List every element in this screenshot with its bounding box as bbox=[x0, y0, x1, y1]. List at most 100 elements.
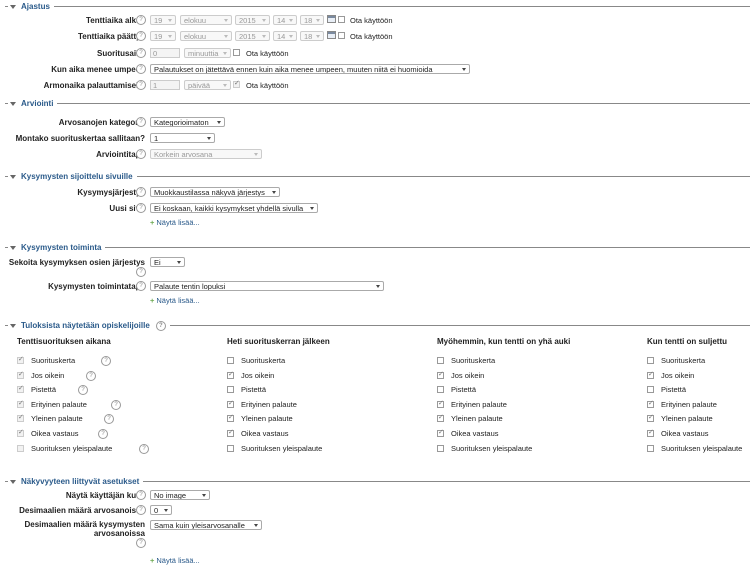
show-more-text: Näytä lisää... bbox=[156, 296, 200, 305]
close-day-select[interactable]: 19 bbox=[150, 31, 176, 41]
help-icon[interactable]: ? bbox=[136, 505, 146, 515]
close-day-value: 19 bbox=[154, 31, 163, 41]
review-checkbox[interactable] bbox=[647, 370, 654, 379]
shuffle-select[interactable]: Ei bbox=[150, 257, 185, 267]
review-checkbox[interactable] bbox=[437, 386, 444, 394]
review-option-label: Jos oikein bbox=[451, 370, 485, 380]
limit-value: 0 bbox=[153, 48, 158, 58]
limit-input[interactable]: 0 bbox=[150, 48, 180, 58]
calendar-icon[interactable] bbox=[327, 15, 336, 23]
close-enable-checkbox[interactable] bbox=[338, 32, 345, 39]
review-checkbox[interactable] bbox=[227, 370, 234, 379]
review-checkbox[interactable] bbox=[227, 399, 234, 408]
help-icon[interactable]: ? bbox=[136, 267, 146, 277]
calendar-icon[interactable] bbox=[327, 31, 336, 39]
help-icon[interactable]: ? bbox=[139, 443, 149, 454]
mode-select[interactable]: Palaute tentin lopuksi bbox=[150, 281, 384, 291]
review-checkbox[interactable] bbox=[227, 386, 234, 394]
review-checkbox[interactable] bbox=[17, 413, 24, 423]
open-enable-checkbox[interactable] bbox=[338, 16, 345, 23]
review-checkbox[interactable] bbox=[647, 357, 654, 364]
help-icon[interactable]: ? bbox=[136, 48, 146, 58]
help-icon[interactable]: ? bbox=[101, 356, 111, 366]
category-select[interactable]: Kategorioimaton bbox=[150, 117, 225, 127]
help-icon[interactable]: ? bbox=[136, 31, 146, 41]
close-hour-select[interactable]: 14 bbox=[273, 31, 297, 41]
limit-unit-select[interactable]: minuuttia bbox=[184, 48, 231, 58]
review-checkbox[interactable] bbox=[437, 413, 444, 423]
review-checkbox[interactable] bbox=[17, 399, 24, 408]
close-minute-select[interactable]: 18 bbox=[300, 31, 324, 41]
close-year-select[interactable]: 2015 bbox=[235, 31, 270, 41]
timing-toggle[interactable]: Ajastus bbox=[8, 1, 54, 12]
grace-input[interactable]: 1 bbox=[150, 80, 180, 90]
help-icon[interactable]: ? bbox=[136, 490, 146, 500]
grace-unit-select[interactable]: päivää bbox=[184, 80, 231, 90]
review-checkbox[interactable] bbox=[17, 355, 24, 364]
order-select[interactable]: Muokkaustilassa näkyvä järjestys bbox=[150, 187, 280, 197]
layout-toggle[interactable]: Kysymysten sijoittelu sivuille bbox=[8, 171, 137, 182]
newpage-select[interactable]: Ei koskaan, kaikki kysymykset yhdellä si… bbox=[150, 203, 318, 213]
grace-label: Armonaika palauttamiselle bbox=[43, 81, 145, 90]
help-icon[interactable]: ? bbox=[136, 149, 146, 159]
review-checkbox[interactable] bbox=[17, 384, 24, 394]
help-icon[interactable]: ? bbox=[111, 399, 121, 410]
open-month-select[interactable]: elokuu bbox=[180, 15, 232, 25]
review-checkbox[interactable] bbox=[227, 444, 234, 452]
review-toggle[interactable]: Tuloksista näytetään opiskelijoille? bbox=[8, 320, 170, 331]
grading-toggle[interactable]: Arviointi bbox=[8, 98, 58, 109]
behaviour-show-more-link[interactable]: + Näytä lisää... bbox=[150, 296, 200, 305]
layout-show-more-link[interactable]: + Näytä lisää... bbox=[150, 218, 200, 227]
help-icon[interactable]: ? bbox=[136, 15, 146, 25]
open-day-select[interactable]: 19 bbox=[150, 15, 176, 25]
qdecimals-select[interactable]: Sama kuin yleisarvosanalle bbox=[150, 520, 262, 530]
help-icon[interactable]: ? bbox=[136, 187, 146, 197]
review-checkbox[interactable] bbox=[437, 370, 444, 379]
appearance-show-more-link[interactable]: + Näytä lisää... bbox=[150, 556, 200, 565]
help-icon[interactable]: ? bbox=[136, 203, 146, 213]
method-select[interactable]: Korkein arvosana bbox=[150, 149, 262, 159]
close-month-select[interactable]: elokuu bbox=[180, 31, 232, 41]
review-checkbox[interactable] bbox=[437, 357, 444, 364]
review-checkbox[interactable] bbox=[437, 399, 444, 408]
decimals-select[interactable]: 0 bbox=[150, 505, 172, 515]
open-minute-select[interactable]: 18 bbox=[300, 15, 324, 25]
limit-enable-checkbox[interactable] bbox=[233, 49, 240, 56]
review-checkbox[interactable] bbox=[17, 444, 24, 452]
review-checkbox[interactable] bbox=[227, 357, 234, 364]
help-icon[interactable]: ? bbox=[136, 538, 146, 548]
help-icon[interactable]: ? bbox=[86, 370, 96, 381]
review-option-label: Suorituskerta bbox=[31, 356, 76, 365]
help-icon[interactable]: ? bbox=[136, 117, 146, 127]
open-year-select[interactable]: 2015 bbox=[235, 15, 270, 25]
grace-enable-checkbox[interactable] bbox=[233, 79, 240, 88]
attempts-select[interactable]: 1 bbox=[150, 133, 215, 143]
open-hour-select[interactable]: 14 bbox=[273, 15, 297, 25]
review-option-label: Oikea vastaus bbox=[451, 429, 499, 438]
help-icon[interactable]: ? bbox=[78, 385, 88, 396]
review-checkbox[interactable] bbox=[647, 386, 654, 394]
help-icon[interactable]: ? bbox=[136, 281, 146, 291]
review-checkbox[interactable] bbox=[17, 370, 24, 379]
decimals-value: 0 bbox=[154, 505, 159, 515]
behaviour-toggle[interactable]: Kysymysten toiminta bbox=[8, 242, 106, 253]
help-icon[interactable]: ? bbox=[98, 429, 108, 439]
review-checkbox[interactable] bbox=[227, 413, 234, 423]
picture-select[interactable]: No image bbox=[150, 490, 210, 500]
review-checkbox[interactable] bbox=[647, 444, 654, 452]
review-checkbox[interactable] bbox=[437, 428, 444, 437]
help-icon[interactable]: ? bbox=[104, 414, 114, 425]
review-option-label: Oikea vastaus bbox=[241, 429, 289, 438]
review-checkbox[interactable] bbox=[437, 444, 444, 452]
overdue-select[interactable]: Palautukset on jätettävä ennen kuin aika… bbox=[150, 64, 470, 74]
review-checkbox[interactable] bbox=[647, 413, 654, 423]
review-checkbox[interactable] bbox=[227, 428, 234, 437]
review-checkbox[interactable] bbox=[647, 428, 654, 437]
help-icon[interactable]: ? bbox=[136, 64, 146, 74]
review-checkbox[interactable] bbox=[647, 399, 654, 408]
review-checkbox[interactable] bbox=[17, 428, 24, 437]
help-icon[interactable]: ? bbox=[155, 320, 166, 331]
method-value: Korkein arvosana bbox=[154, 149, 213, 159]
appearance-toggle[interactable]: Näkyvyyteen liittyvät asetukset bbox=[8, 476, 144, 487]
help-icon[interactable]: ? bbox=[136, 80, 146, 90]
